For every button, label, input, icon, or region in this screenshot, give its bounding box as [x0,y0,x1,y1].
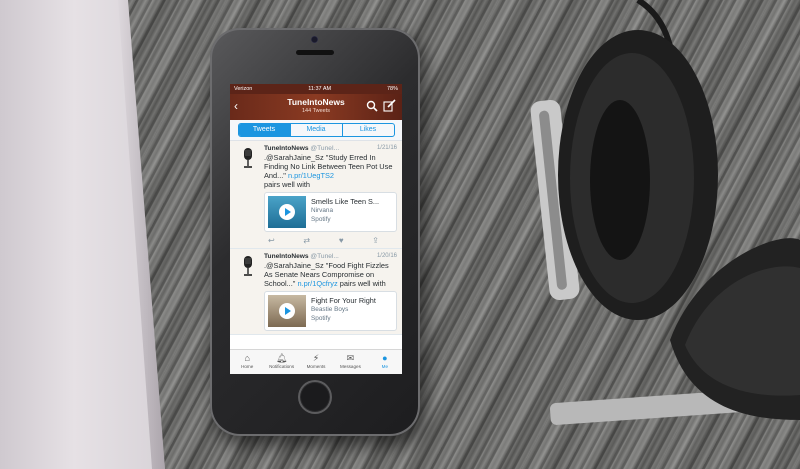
tweet-text: .@SarahJaine_Sz "Study Erred In Finding … [264,153,397,189]
home-icon: ⌂ [244,353,250,363]
card-artist: Nirvana [311,207,334,214]
profile-nav-bar: ‹ TuneIntoNews 144 Tweets [230,94,402,120]
retweet-icon[interactable]: ⇄ [303,236,310,245]
carrier-label: Verizon [234,86,253,92]
share-icon[interactable]: ⇪ [372,236,379,245]
home-button[interactable] [298,380,332,414]
tab-label: Moments [306,364,326,369]
card-artist: Beastie Boys [311,306,349,313]
tab-likes[interactable]: Likes [343,124,394,136]
bell-icon: 🔔︎ [275,353,288,363]
iphone: Verizon 11:37 AM 78% ‹ TuneIntoNews 144 … [210,28,420,436]
tweet-author-handle: @Tunel... [310,253,339,260]
tweet-author-name[interactable]: TuneIntoNews [264,253,309,260]
play-icon[interactable] [279,303,295,319]
tab-me[interactable]: ● Me [368,350,402,374]
tab-home[interactable]: ⌂ Home [230,350,264,374]
battery-label: 78% [386,86,398,92]
tweet-author-name[interactable]: TuneIntoNews [264,145,309,152]
tweet-date: 1/20/16 [376,253,397,259]
tab-label: Messages [339,364,361,369]
tweet-item[interactable]: TuneIntoNews @Tunel... 1/20/16 .@SarahJa… [230,249,402,335]
tweet-text: .@SarahJaine_Sz "Food Fight Fizzles As S… [264,261,397,288]
tweet-link[interactable]: n.pr/1UegTS2 [288,171,334,180]
tweet-suffix: pairs well with [264,180,311,189]
front-camera [311,36,318,43]
tweet-link[interactable]: n.pr/1Qcfryz [297,279,337,288]
profile-segment-control: Tweets Media Likes [230,120,402,141]
tweet-actions: ↩ ⇄ ♥ ⇪ [264,232,397,245]
tab-media[interactable]: Media [291,124,343,136]
tab-tweets[interactable]: Tweets [238,124,291,136]
headphones [530,0,800,425]
tab-label: Home [241,364,254,369]
tweet-item[interactable]: TuneIntoNews @TuneI... 1/21/16 .@SarahJa… [230,141,402,249]
heart-icon[interactable]: ♥ [339,236,344,245]
tweet-date: 1/21/16 [376,145,397,151]
lightning-icon: ⚡︎ [312,353,320,363]
microphone-icon[interactable] [237,255,259,277]
tab-notifications[interactable]: 🔔︎ Notifications [264,350,298,374]
card-source: Spotify [311,315,331,322]
reply-icon[interactable]: ↩ [268,236,275,245]
album-thumbnail [268,196,306,228]
microphone-icon[interactable] [237,147,259,169]
tab-messages[interactable]: ✉ Messages [333,350,367,374]
envelope-icon: ✉ [346,353,355,363]
segment-group: Tweets Media Likes [237,123,395,137]
album-thumbnail [268,295,306,327]
tab-label: Me [381,364,389,369]
card-source: Spotify [311,216,331,223]
tweet-suffix: pairs well with [337,279,386,288]
search-icon[interactable] [366,100,378,112]
media-card[interactable]: Fight For Your Right Beastie Boys Spotif… [264,291,397,331]
play-icon[interactable] [279,204,295,220]
compose-icon[interactable] [383,99,396,112]
tab-moments[interactable]: ⚡︎ Moments [299,350,333,374]
card-song-title: Smells Like Teen S... [311,197,380,206]
tweet-header: TuneIntoNews @TuneI... 1/21/16 [264,145,397,152]
tweet-header: TuneIntoNews @Tunel... 1/20/16 [264,253,397,260]
status-bar: Verizon 11:37 AM 78% [230,84,402,94]
tweet-author-handle: @TuneI... [310,145,340,152]
earpiece-speaker [296,50,334,55]
media-card[interactable]: Smells Like Teen S... Nirvana Spotify [264,192,397,232]
tab-label: Notifications [269,364,295,369]
phone-screen: Verizon 11:37 AM 78% ‹ TuneIntoNews 144 … [230,84,402,374]
bottom-tab-bar: ⌂ Home 🔔︎ Notifications ⚡︎ Moments ✉ Message… [230,349,402,374]
card-song-title: Fight For Your Right [311,296,376,305]
time-label: 11:37 AM [308,86,332,92]
person-icon: ● [382,353,388,363]
